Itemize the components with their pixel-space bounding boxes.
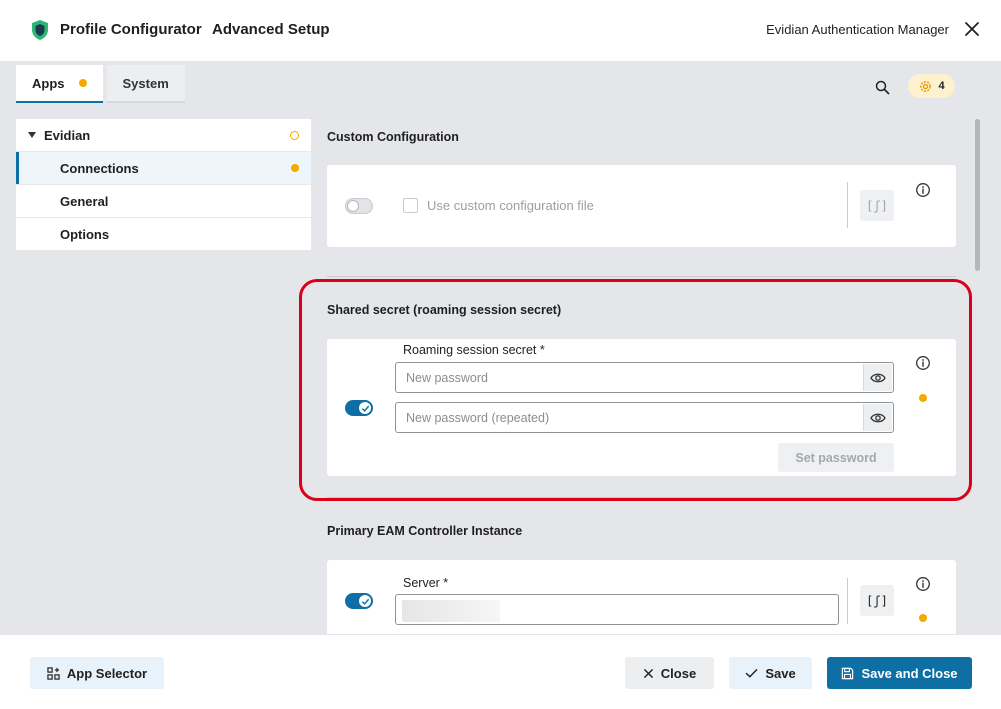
primary-eam-status-dot — [919, 614, 927, 622]
scrollbar-thumb[interactable] — [975, 119, 980, 271]
toggle-knob — [359, 402, 371, 414]
settings-content: Custom Configuration Use custom configur… — [327, 119, 957, 634]
repeat-password-placeholder: New password (repeated) — [406, 410, 550, 425]
tab-apps-status-dot — [78, 79, 87, 87]
close-label: Close — [660, 665, 697, 681]
server-input[interactable] — [395, 594, 839, 625]
info-icon[interactable] — [915, 182, 931, 198]
search-icon[interactable] — [873, 78, 893, 98]
sidebar-nav: Evidian Connections General Options — [16, 119, 311, 251]
check-icon — [361, 405, 369, 412]
show-password-button[interactable] — [863, 364, 892, 391]
sidebar-group-label: Evidian — [44, 127, 91, 143]
custom-config-card: Use custom configuration file [ʃ] — [327, 165, 956, 247]
shared-secret-toggle[interactable] — [345, 400, 373, 416]
primary-eam-card: Server * [ʃ] — [327, 560, 956, 634]
primary-eam-toggle[interactable] — [345, 593, 373, 609]
content-scrollbar[interactable] — [970, 119, 982, 634]
script-button-disabled: [ʃ] — [860, 190, 894, 221]
custom-config-toggle[interactable] — [345, 198, 373, 214]
app-selector-button[interactable]: App Selector — [30, 657, 164, 689]
check-icon — [746, 668, 758, 678]
tab-system[interactable]: System — [106, 65, 185, 103]
toggle-knob — [359, 595, 371, 607]
warnings-count: 4 — [938, 80, 945, 92]
info-icon[interactable] — [915, 355, 931, 371]
caret-down-icon — [28, 132, 36, 138]
section-divider — [327, 276, 956, 277]
new-password-input[interactable]: New password — [395, 362, 894, 393]
eye-icon — [870, 413, 886, 422]
show-repeat-password-button[interactable] — [863, 404, 892, 431]
tab-apps[interactable]: Apps — [16, 65, 103, 103]
sidebar-item-general[interactable]: General — [16, 185, 311, 218]
app-selector-label: App Selector — [66, 665, 148, 681]
eye-icon — [870, 373, 886, 382]
vertical-separator — [847, 182, 848, 228]
info-icon[interactable] — [915, 576, 931, 592]
sidebar-item-label: General — [60, 193, 109, 209]
sidebar-item-options[interactable]: Options — [16, 218, 311, 251]
floppy-disk-icon — [842, 667, 854, 679]
sidebar-group-evidian[interactable]: Evidian — [16, 119, 311, 152]
toggle-knob — [347, 200, 359, 212]
save-and-close-button[interactable]: Save and Close — [827, 657, 972, 689]
vertical-separator — [847, 578, 848, 624]
section-divider — [327, 497, 956, 498]
main-tabs: Apps System — [16, 65, 185, 103]
repeat-password-input[interactable]: New password (repeated) — [395, 402, 894, 433]
tab-apps-label: Apps — [32, 75, 65, 91]
redacted-server-value — [402, 600, 500, 622]
close-icon — [643, 668, 653, 678]
apps-grid-icon — [47, 666, 60, 680]
gear-warning-icon — [920, 80, 932, 92]
script-button[interactable]: [ʃ] — [860, 585, 894, 616]
warnings-badge[interactable]: 4 — [908, 74, 955, 98]
page-subtitle: Advanced Setup — [212, 21, 330, 38]
save-label: Save — [765, 665, 796, 681]
save-button[interactable]: Save — [729, 657, 812, 689]
roaming-secret-label: Roaming session secret * — [403, 343, 545, 357]
group-status-dot — [290, 131, 299, 140]
sidebar-item-connections[interactable]: Connections — [16, 152, 311, 185]
close-dialog-icon[interactable] — [963, 20, 981, 38]
app-title: Profile Configurator — [60, 21, 202, 38]
shield-logo-icon — [32, 20, 48, 40]
dialog-footer: App Selector Close Save Save and Close — [0, 634, 1001, 709]
section-title-primary-eam: Primary EAM Controller Instance — [327, 524, 523, 538]
set-password-button[interactable]: Set password — [778, 443, 894, 472]
sidebar-item-label: Connections — [60, 160, 139, 176]
new-password-placeholder: New password — [406, 370, 488, 385]
save-and-close-label: Save and Close — [861, 665, 958, 681]
section-title-shared-secret: Shared secret (roaming session secret) — [327, 303, 562, 317]
dialog-header: Profile Configurator Advanced Setup Evid… — [0, 0, 1001, 62]
custom-config-checkbox-label: Use custom configuration file — [427, 198, 594, 213]
connections-status-dot — [291, 164, 299, 172]
shared-secret-card: Roaming session secret * New password Ne… — [327, 339, 956, 476]
dialog-body: Apps System 4 Evidian Connections Genera… — [0, 62, 1001, 634]
tab-system-label: System — [122, 75, 169, 91]
check-icon — [361, 598, 369, 605]
close-button[interactable]: Close — [625, 657, 714, 689]
custom-config-checkbox[interactable] — [403, 198, 418, 213]
sidebar-item-label: Options — [60, 226, 110, 242]
section-title-custom-config: Custom Configuration — [327, 130, 459, 144]
product-name: Evidian Authentication Manager — [766, 22, 949, 37]
server-label: Server * — [403, 576, 449, 590]
shared-secret-status-dot — [919, 394, 927, 402]
